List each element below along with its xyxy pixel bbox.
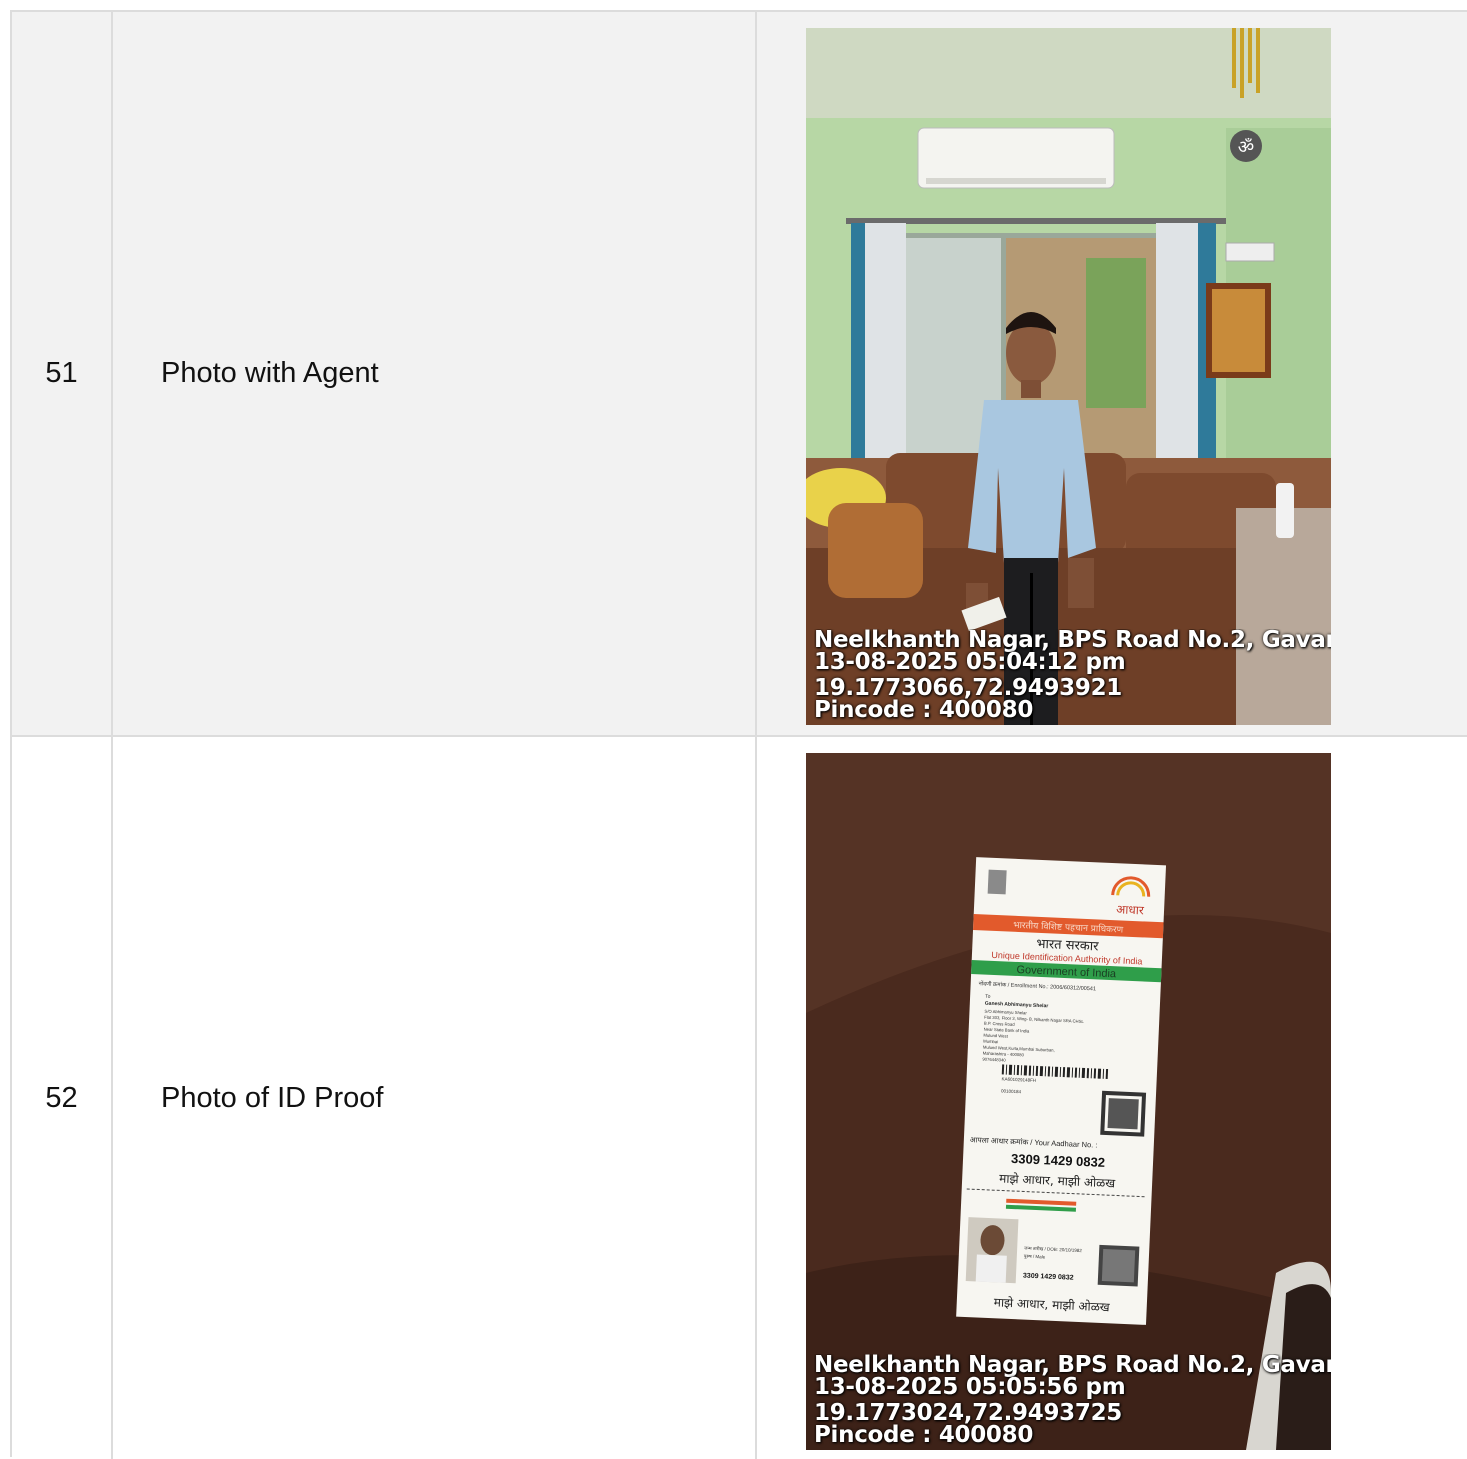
photo-cell: आधार भारतीय विशिष्ट पहचान प्राधिकरण भारत…: [757, 737, 1467, 1459]
id-proof-photo-image: आधार भारतीय विशिष्ट पहचान प्राधिकरण भारत…: [806, 753, 1331, 1450]
stamp-coordinates: 19.1773024,72.9493725: [814, 1400, 1122, 1426]
table-row: 52 Photo of ID Proof आधार भारतीय विशिष्ट…: [12, 737, 1467, 1459]
table-row: 51 Photo with Agent ॐ Neelkhanth Nagar, …: [12, 12, 1467, 737]
row-number: 51: [12, 12, 113, 735]
stamp-address: Neelkhanth Nagar, BPS Road No.2, Gavane …: [814, 1354, 1331, 1378]
stamp-datetime: 13-08-2025 05:04:12 pm: [814, 649, 1126, 675]
card-address-5: Mumbai: [983, 1039, 998, 1045]
row-label: Photo with Agent: [113, 12, 757, 735]
stamp-pincode: Pincode : 400080: [814, 1422, 1034, 1447]
geo-stamp: Neelkhanth Nagar, BPS Road No.2, Gavane …: [814, 1354, 1331, 1446]
aadhaar-logo-text: आधार: [1116, 902, 1145, 917]
card-serial: 00100184: [1001, 1088, 1022, 1094]
row-number-text: 52: [45, 1081, 78, 1114]
svg-text:ॐ: ॐ: [1238, 137, 1254, 158]
geo-stamp: Neelkhanth Nagar, BPS Road No.2, Gavane …: [814, 629, 1331, 721]
stamp-address: Neelkhanth Nagar, BPS Road No.2, Gavane …: [814, 629, 1331, 653]
row-number: 52: [12, 737, 113, 1459]
card-address-8: 9076448340: [982, 1057, 1006, 1063]
photo-cell: ॐ Neelkhanth Nagar, BPS Road No.2, Gavan…: [757, 12, 1467, 735]
stamp-coordinates: 19.1773066,72.9493921: [814, 675, 1122, 701]
row-number-text: 51: [45, 357, 78, 389]
stamp-datetime: 13-08-2025 05:05:56 pm: [814, 1374, 1126, 1400]
row-label-text: Photo of ID Proof: [161, 1081, 384, 1114]
row-label-text: Photo with Agent: [161, 357, 379, 389]
stamp-pincode: Pincode : 400080: [814, 697, 1034, 722]
record-table: 51 Photo with Agent ॐ Neelkhanth Nagar, …: [10, 10, 1467, 1459]
id-proof-photo[interactable]: आधार भारतीय विशिष्ट पहचान प्राधिकरण भारत…: [806, 753, 1331, 1450]
row-label: Photo of ID Proof: [113, 737, 757, 1459]
agent-photo-image: ॐ: [806, 28, 1331, 725]
agent-photo[interactable]: ॐ Neelkhanth Nagar, BPS Road No.2, Gavan…: [806, 28, 1331, 725]
card-to: To: [985, 994, 991, 1000]
